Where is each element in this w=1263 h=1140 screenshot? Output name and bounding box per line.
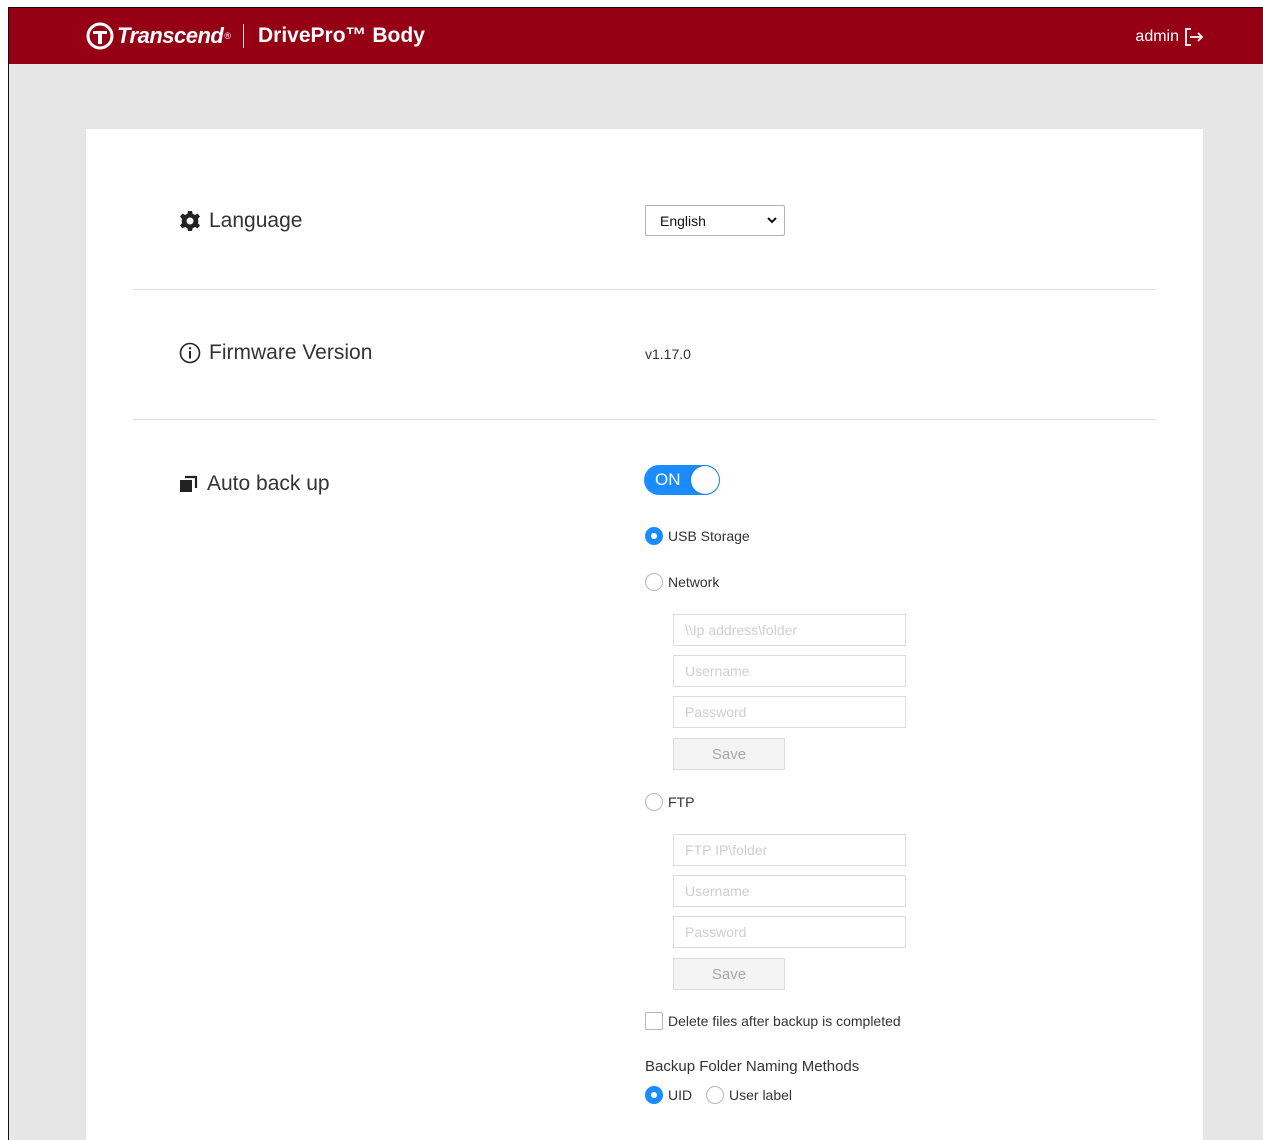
transcend-logo-icon bbox=[86, 22, 114, 50]
network-radio[interactable]: Network bbox=[645, 573, 719, 591]
gear-icon bbox=[180, 211, 200, 231]
language-select[interactable]: English bbox=[645, 205, 785, 236]
info-icon bbox=[179, 342, 201, 364]
ftp-password-input[interactable]: Password bbox=[673, 916, 906, 948]
radio-unselected-icon bbox=[706, 1086, 724, 1104]
naming-uid-label: UID bbox=[668, 1087, 693, 1103]
logout-icon[interactable] bbox=[1183, 26, 1205, 48]
delete-after-backup-checkbox[interactable]: Delete files after backup is completed bbox=[645, 1012, 901, 1030]
brand-separator bbox=[243, 24, 244, 48]
brand: Transcend ® DrivePro™ Body bbox=[85, 21, 425, 51]
toggle-state-label: ON bbox=[655, 470, 681, 489]
user-area: admin bbox=[1135, 26, 1205, 48]
network-username-input[interactable]: Username bbox=[673, 655, 906, 687]
brand-registered-mark: ® bbox=[224, 31, 231, 41]
radio-selected-icon bbox=[645, 1086, 663, 1104]
network-password-placeholder: Password bbox=[685, 704, 747, 720]
delete-after-backup-label: Delete files after backup is completed bbox=[668, 1013, 901, 1029]
network-path-placeholder: \\Ip address\folder bbox=[685, 622, 798, 638]
ftp-path-placeholder: FTP IP\folder bbox=[685, 842, 768, 858]
product-name: DrivePro™ Body bbox=[258, 24, 425, 47]
naming-user-label-radio[interactable]: User label bbox=[706, 1086, 792, 1104]
checkbox-box bbox=[645, 1012, 663, 1030]
radio-unselected-icon bbox=[645, 793, 663, 811]
auto-backup-label: Auto back up bbox=[207, 472, 330, 495]
top-navigation-bar: Transcend ® DrivePro™ Body admin bbox=[9, 8, 1263, 64]
ftp-username-placeholder: Username bbox=[685, 883, 750, 899]
radio-unselected-icon bbox=[645, 573, 663, 591]
auto-backup-section-title: Auto back up bbox=[179, 472, 330, 496]
ftp-radio[interactable]: FTP bbox=[645, 793, 694, 811]
language-label: Language bbox=[209, 209, 303, 232]
network-label: Network bbox=[668, 574, 720, 590]
chevron-down-icon bbox=[767, 217, 777, 224]
settings-card bbox=[86, 129, 1203, 1140]
language-section-title: Language bbox=[179, 209, 302, 233]
username-label: admin bbox=[1135, 28, 1179, 45]
firmware-section-title: Firmware Version bbox=[179, 341, 372, 365]
ftp-label: FTP bbox=[668, 794, 695, 810]
firmware-version-value: v1.17.0 bbox=[645, 346, 691, 362]
ftp-save-button[interactable]: Save bbox=[673, 958, 785, 990]
naming-methods-label: Backup Folder Naming Methods bbox=[645, 1058, 860, 1075]
usb-storage-label: USB Storage bbox=[668, 528, 750, 544]
ftp-password-placeholder: Password bbox=[685, 924, 747, 940]
network-save-button[interactable]: Save bbox=[673, 738, 785, 770]
auto-backup-toggle[interactable]: ON bbox=[644, 465, 720, 495]
network-password-input[interactable]: Password bbox=[673, 696, 906, 728]
section-divider bbox=[133, 289, 1157, 290]
usb-storage-radio[interactable]: USB Storage bbox=[645, 527, 750, 545]
ftp-username-input[interactable]: Username bbox=[673, 875, 906, 907]
radio-selected-icon bbox=[645, 527, 663, 545]
section-divider bbox=[133, 419, 1157, 420]
naming-uid-radio[interactable]: UID bbox=[645, 1086, 692, 1104]
naming-user-label-label: User label bbox=[729, 1087, 793, 1103]
copy-icon bbox=[180, 475, 198, 492]
language-selected-value: English bbox=[660, 212, 706, 229]
ftp-path-input[interactable]: FTP IP\folder bbox=[673, 834, 906, 866]
firmware-label: Firmware Version bbox=[209, 341, 373, 364]
brand-name: Transcend bbox=[117, 23, 224, 48]
network-username-placeholder: Username bbox=[685, 663, 750, 679]
network-path-input[interactable]: \\Ip address\folder bbox=[673, 614, 906, 646]
toggle-knob bbox=[691, 466, 719, 494]
